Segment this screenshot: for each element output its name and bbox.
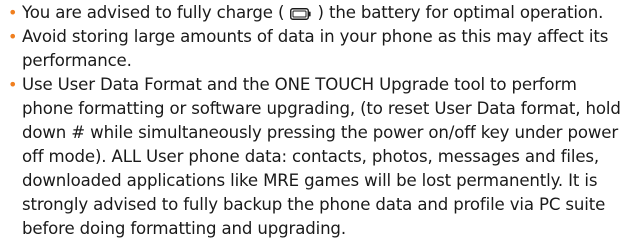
charge-text-before: You are advised to fully charge ( bbox=[22, 3, 285, 22]
battery-icon bbox=[290, 8, 312, 20]
instruction-list: • You are advised to fully charge ( ) th… bbox=[8, 1, 624, 241]
charge-text-after: ) the battery for optimal operation. bbox=[317, 3, 604, 22]
storage-text: Avoid storing large amounts of data in y… bbox=[22, 27, 609, 70]
list-item-user-data-format: • Use User Data Format and the ONE TOUCH… bbox=[8, 73, 624, 241]
list-item-storage-warning: • Avoid storing large amounts of data in… bbox=[8, 25, 624, 73]
list-item-charge-battery: • You are advised to fully charge ( ) th… bbox=[8, 1, 624, 25]
bullet-marker: • bbox=[8, 75, 18, 94]
format-text: Use User Data Format and the ONE TOUCH U… bbox=[22, 75, 621, 238]
bullet-marker: • bbox=[8, 27, 18, 46]
bullet-marker: • bbox=[8, 3, 18, 22]
